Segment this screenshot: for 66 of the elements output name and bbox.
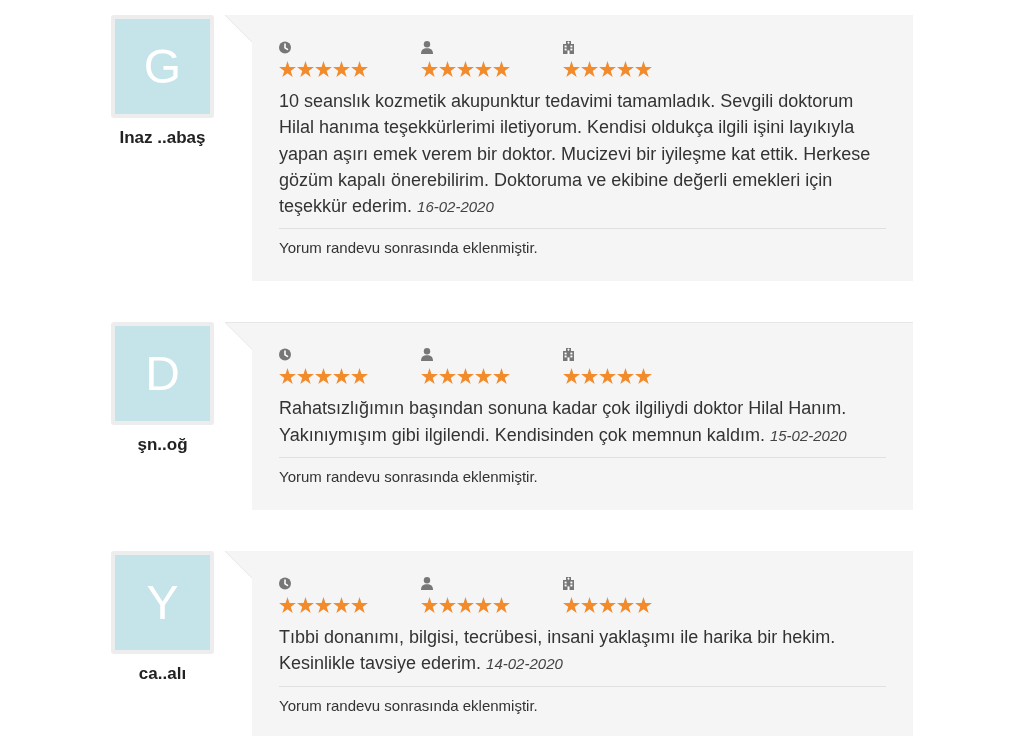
person-icon (421, 348, 433, 362)
clock-icon (279, 41, 291, 54)
star-icon (635, 61, 652, 77)
clock-icon (279, 577, 291, 591)
star-icon (333, 597, 350, 614)
star-icon (617, 368, 634, 385)
hospital-icon (563, 577, 574, 591)
star-icon (351, 61, 368, 77)
star-icon (457, 61, 474, 77)
review-note: Yorum randevu sonrasında eklenmiştir. (279, 696, 539, 715)
star-icon (279, 61, 296, 77)
star-icon (599, 61, 616, 77)
star-icon (421, 368, 438, 385)
avatar-initial: G (111, 15, 214, 118)
person-icon (421, 41, 433, 54)
review-note: Yorum randevu sonrasında eklenmiştir. (279, 468, 539, 487)
star-icon (581, 597, 598, 614)
star-icon (635, 597, 652, 614)
star-icon (563, 61, 580, 77)
star-icon (475, 368, 492, 385)
star-icon (581, 368, 598, 385)
star-icon (493, 61, 510, 77)
star-icon (493, 368, 510, 385)
star-icon (599, 368, 616, 385)
star-icon (439, 597, 456, 614)
avatar-initial: Y (111, 551, 214, 655)
review-note: Yorum randevu sonrasında eklenmiştir. (279, 239, 539, 258)
star-icon (297, 368, 314, 385)
review-text: 10 seanslık kozmetik akupunktur tedavimi tamamladık. Sevgili doktorum Hilal hanıma teşekkürlerimi iletiyorum. Kendisi oldukça ilgili işini layıkıyla yapan aşırı emek verem bir doktor. Mucizevi bir iyileşme kat ettik. Herkese gözüm kapalı önerebilirim. Doktoruma ve ekibine değerli emekleri için teşekkür ederim. 16-02-2020 (279, 90, 872, 219)
star-icon (279, 368, 296, 385)
person-icon (421, 577, 433, 591)
reviewer-name: ca..alı (138, 664, 187, 685)
star-icon (439, 368, 456, 385)
star-icon (617, 61, 634, 77)
star-icon (333, 368, 350, 385)
star-icon (421, 61, 438, 77)
review-text: Tıbbi donanımı, bilgisi, tecrübesi, insani yaklaşımı ile harika bir hekim. Kesinlikle tavsiye ederim. 14-02-2020 (279, 626, 837, 676)
star-icon (563, 597, 580, 614)
star-icon (351, 597, 368, 614)
star-icon (493, 597, 510, 614)
star-icon (457, 597, 474, 614)
star-icon (351, 368, 368, 385)
reviewer-name: Inaz ..abaş (119, 128, 206, 148)
star-icon (315, 368, 332, 385)
star-icon (439, 61, 456, 77)
star-icon (421, 597, 438, 614)
star-icon (635, 368, 652, 385)
star-icon (475, 597, 492, 614)
star-icon (297, 61, 314, 77)
star-icon (279, 597, 296, 614)
star-icon (617, 597, 634, 614)
review-text: Rahatsızlığımın başından sonuna kadar çok ilgiliydi doktor Hilal Hanım. Yakınıymışım gibi ilgilendi. Kendisinden çok memnun kaldım. 15-02-2020 (279, 397, 848, 447)
star-icon (581, 61, 598, 77)
star-icon (457, 368, 474, 385)
star-icon (315, 597, 332, 614)
star-icon (599, 597, 616, 614)
star-icon (563, 368, 580, 385)
star-icon (315, 61, 332, 77)
reviewer-name: şn..oğ (137, 435, 188, 456)
star-icon (297, 597, 314, 614)
hospital-icon (563, 41, 574, 54)
hospital-icon (563, 348, 574, 362)
clock-icon (279, 348, 291, 362)
star-icon (333, 61, 350, 77)
star-icon (475, 61, 492, 77)
avatar-initial: D (111, 322, 214, 426)
